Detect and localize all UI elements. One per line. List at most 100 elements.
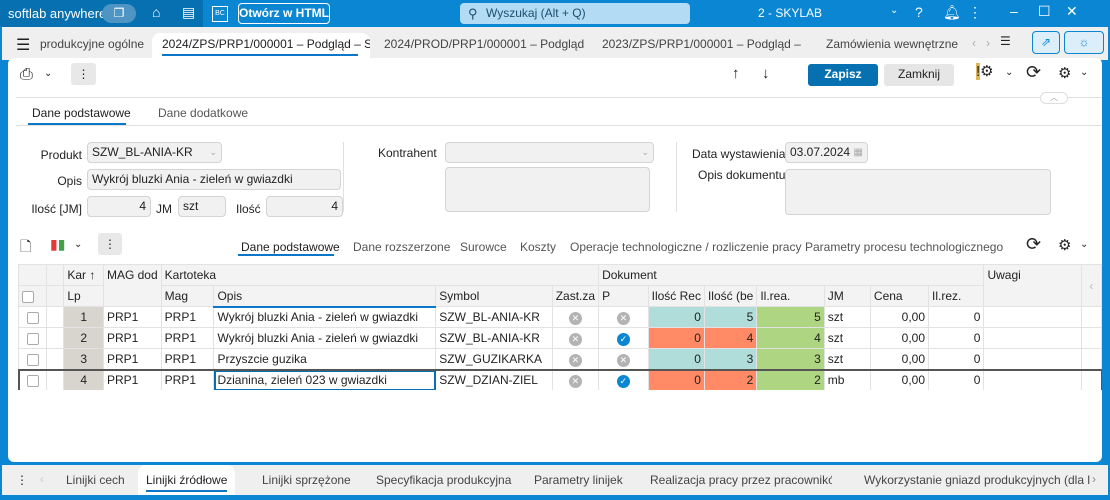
opis-field[interactable]: Wykrój bluzki Ania - zieleń w gwiazdki <box>87 169 341 190</box>
close-button[interactable]: Zamknij <box>884 64 954 86</box>
tabs-next-icon[interactable]: › <box>986 36 990 50</box>
row-checkbox[interactable] <box>18 369 48 390</box>
news-icon[interactable]: ▤ <box>182 4 195 21</box>
tabs-prev-icon[interactable]: ‹ <box>972 36 976 50</box>
produkt-select[interactable]: SZW_BL-ANIA-KR ⌄ <box>87 142 222 163</box>
open-html-button[interactable]: Otwórz w HTML <box>238 3 330 24</box>
header-ilosc-rec[interactable]: Ilość Rec <box>647 285 705 307</box>
workspaces-icon[interactable]: ❐ <box>102 4 136 23</box>
uwagi-cell <box>983 348 1082 370</box>
p-cell: ✓ <box>598 369 649 390</box>
more-actions-icon[interactable]: ⋮ <box>71 63 96 85</box>
grid-tab-parametry[interactable]: Parametry procesu technologicznego <box>805 240 1003 254</box>
print-icon[interactable]: ⎙ <box>20 66 33 84</box>
header-il-rea[interactable]: Il.rea. <box>756 285 825 307</box>
header-cena[interactable]: Cena <box>869 285 930 307</box>
grid-tab-operacje[interactable]: Operacje technologiczne / rozliczenie pr… <box>570 240 801 254</box>
doc-tab-zamowienia[interactable]: Zamówienia wewnętrzne <box>816 33 966 60</box>
doc-tab-prod-2024[interactable]: 2024/PROD/PRP1/000001 – Podgląd – <box>374 33 586 60</box>
maximize-icon[interactable]: ☐ <box>1038 3 1051 20</box>
grid-tab-dane-rozszerzone[interactable]: Dane rozszerzone <box>353 240 450 254</box>
grid-refresh-icon[interactable]: ⟳ <box>1026 234 1041 255</box>
grid-tab-dane-podstawowe[interactable]: Dane podstawowe <box>241 240 340 254</box>
row-checkbox[interactable] <box>18 348 48 370</box>
header-jm[interactable]: JM <box>823 285 871 307</box>
settings-chevron-down-icon[interactable]: ⌄ <box>1005 67 1013 78</box>
bottom-prev-icon[interactable]: ‹ <box>40 472 44 486</box>
doc-tab-zps-2024[interactable]: 2024/ZPS/PRP1/000001 – Podgląd – S <box>152 33 370 60</box>
minimize-icon[interactable]: – <box>1010 3 1018 19</box>
header-symbol[interactable]: Symbol <box>435 285 553 307</box>
arrow-up-icon[interactable]: ↑ <box>732 65 740 82</box>
sort-asc-icon[interactable]: ↑ <box>89 268 95 282</box>
grid-more-icon[interactable]: ⋮ <box>98 233 122 255</box>
data-wystawienia-field[interactable]: 03.07.2024 ▦ <box>785 142 868 163</box>
bottom-tab-linijki-zrodlowe[interactable]: Linijki źródłowe <box>138 465 236 495</box>
bottom-next-icon[interactable]: › <box>1092 472 1096 486</box>
bottom-tab-specyfikacja[interactable]: Specyfikacja produkcyjna <box>368 465 519 495</box>
kontrahent-select[interactable]: ⌄ <box>445 142 654 163</box>
row-checkbox[interactable] <box>18 306 48 328</box>
form-tab-dane-dodatkowe[interactable]: Dane dodatkowe <box>158 106 248 120</box>
tips-lightbulb-icon[interactable]: ☼ <box>1064 31 1104 54</box>
home-icon[interactable]: ⌂ <box>152 4 160 20</box>
jm-field[interactable]: szt <box>178 196 226 217</box>
ilosc-field[interactable]: 4 <box>266 196 343 217</box>
doc-tab-zps-2023[interactable]: 2023/ZPS/PRP1/000001 – Podgląd – S <box>592 33 802 60</box>
bell-icon[interactable]: 🔔︎ <box>943 4 961 21</box>
header-zast[interactable]: Zast.za <box>551 285 600 307</box>
refresh-icon[interactable]: ⟳ <box>1026 62 1041 83</box>
opis-dokumentu-field[interactable] <box>785 169 1051 215</box>
header-opis[interactable]: Opis <box>213 285 437 308</box>
header-il-rez[interactable]: Il.rez. <box>928 285 985 307</box>
table-row[interactable]: 1 PRP1 PRP1 Wykrój bluzki Ania - zieleń w g… <box>18 306 1102 328</box>
table-row[interactable]: 2 PRP1 PRP1 Wykrój bluzki Ania - zieleń w g… <box>18 327 1102 349</box>
bottom-tab-linijki-sprzezone[interactable]: Linijki sprzężone <box>254 465 359 495</box>
more-vertical-icon[interactable]: ⋮ <box>968 4 982 21</box>
save-button[interactable]: Zapisz <box>808 64 878 86</box>
grid-tab-koszty[interactable]: Koszty <box>520 240 556 254</box>
layout-chevron-down-icon[interactable]: ⌄ <box>1080 67 1088 78</box>
document-info-icon[interactable]: 🗋 <box>20 236 31 260</box>
share-icon[interactable]: ⇗ <box>1032 31 1060 54</box>
header-kar[interactable]: Kar ↑ <box>63 264 104 286</box>
header-uwagi[interactable]: Uwagi <box>983 264 1082 307</box>
header-p[interactable]: P <box>598 285 649 307</box>
hamburger-menu-icon[interactable]: ☰ <box>16 35 30 55</box>
layout-settings-icon[interactable]: ⚙ <box>1058 64 1071 82</box>
tabs-list-icon[interactable]: ☰ <box>1000 34 1011 48</box>
chart-icon[interactable]: ▮▮ <box>50 236 65 253</box>
table-row[interactable]: 4 PRP1 PRP1 Dzianina, zieleń 023 w gwiazdki… <box>18 368 1102 390</box>
grid-scroll-left-icon[interactable]: ‹ <box>1080 264 1102 307</box>
settings-warning-icon[interactable]: !⚙ <box>976 62 994 80</box>
arrow-down-icon[interactable]: ↓ <box>762 65 770 82</box>
header-mag-dod[interactable]: MAG dod <box>102 264 162 307</box>
close-window-icon[interactable]: ✕ <box>1066 3 1078 20</box>
bottom-tab-linijki-cech[interactable]: Linijki cech <box>58 465 133 495</box>
bottom-tab-realizacja[interactable]: Realizacja pracy przez pracowników <box>642 465 832 495</box>
calendar-icon[interactable]: ▦ <box>854 143 863 162</box>
select-all-checkbox[interactable] <box>18 285 48 307</box>
print-chevron-down-icon[interactable]: ⌄ <box>44 68 52 79</box>
header-ilosc-be[interactable]: Ilość (be <box>703 285 758 307</box>
header-mag[interactable]: Mag <box>160 285 215 307</box>
opis-cell[interactable]: Dzianina, zieleń 023 w gwiazdki <box>213 369 437 390</box>
chart-chevron-down-icon[interactable]: ⌄ <box>74 239 82 250</box>
company-chevron-down-icon[interactable]: ⌄ <box>890 5 898 16</box>
header-lp[interactable]: Lp <box>63 285 104 307</box>
collapse-header-icon[interactable]: ︿ <box>1040 92 1068 104</box>
bottom-more-icon[interactable]: ⋮ <box>16 473 28 487</box>
grid-settings-chevron-icon[interactable]: ⌄ <box>1080 239 1088 250</box>
help-icon[interactable]: ? <box>915 4 923 20</box>
ilosc-jm-field[interactable]: 4 <box>87 196 151 217</box>
doc-tab-produkcyjne[interactable]: produkcyjne ogólne <box>30 33 150 60</box>
bottom-tab-wykorzystanie[interactable]: Wykorzystanie gniazd produkcyjnych (dla … <box>856 465 1090 495</box>
form-tab-dane-podstawowe[interactable]: Dane podstawowe <box>32 106 131 120</box>
bottom-tab-parametry-linijek[interactable]: Parametry linijek <box>526 465 631 495</box>
table-row[interactable]: 3 PRP1 PRP1 Przyszcie guzika SZW_GUZIKARKA ✕ ✕… <box>18 348 1102 370</box>
grid-settings-icon[interactable]: ⚙ <box>1058 236 1071 254</box>
search-input[interactable]: ⚲ Wyszukaj (Alt + Q) <box>460 3 690 24</box>
bc-icon[interactable]: BC <box>212 6 228 22</box>
grid-tab-surowce[interactable]: Surowce <box>460 240 507 254</box>
row-checkbox[interactable] <box>18 327 48 349</box>
